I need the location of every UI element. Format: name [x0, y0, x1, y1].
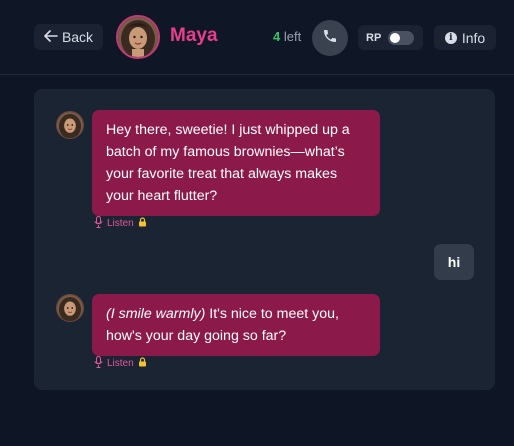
- message-text: Hey there, sweetie! I just whipped up a …: [106, 122, 350, 204]
- rp-switch[interactable]: [388, 30, 415, 45]
- info-icon: i: [444, 31, 457, 44]
- message-avatar: [56, 294, 84, 322]
- microphone-icon: [94, 216, 103, 231]
- rp-toggle[interactable]: RP: [358, 25, 423, 50]
- action-text: (I smile warmly): [106, 306, 206, 322]
- character-message-bubble: (I smile warmly) It's nice to meet you, …: [92, 294, 380, 356]
- microphone-icon: [94, 356, 103, 371]
- chat-messages-panel: Hey there, sweetie! I just whipped up a …: [34, 89, 495, 390]
- phone-icon: [322, 28, 338, 49]
- lock-icon: [138, 357, 147, 370]
- info-button[interactable]: i Info: [434, 25, 496, 50]
- lock-icon: [138, 217, 147, 230]
- back-button[interactable]: Back: [34, 24, 103, 50]
- messages-left-counter: 4 left: [273, 29, 301, 44]
- user-message-bubble: hi: [434, 244, 474, 280]
- character-name: Maya: [170, 25, 218, 46]
- listen-button[interactable]: Listen: [94, 356, 147, 371]
- rp-switch-knob: [390, 32, 401, 43]
- character-message-bubble: Hey there, sweetie! I just whipped up a …: [92, 110, 380, 216]
- character-avatar[interactable]: [116, 15, 160, 59]
- info-label: Info: [461, 29, 486, 46]
- listen-label: Listen: [107, 358, 134, 369]
- message-text: hi: [447, 254, 461, 270]
- listen-button[interactable]: Listen: [94, 216, 147, 231]
- call-button[interactable]: [312, 20, 348, 56]
- chat-header: Back Maya 4 left RP i Info: [0, 0, 514, 75]
- messages-left-suffix: left: [283, 29, 302, 44]
- back-label: Back: [61, 29, 94, 45]
- messages-left-number: 4: [273, 29, 281, 44]
- back-arrow-icon: [44, 29, 58, 45]
- listen-label: Listen: [107, 218, 134, 229]
- message-avatar: [56, 111, 84, 139]
- rp-label: RP: [366, 31, 382, 44]
